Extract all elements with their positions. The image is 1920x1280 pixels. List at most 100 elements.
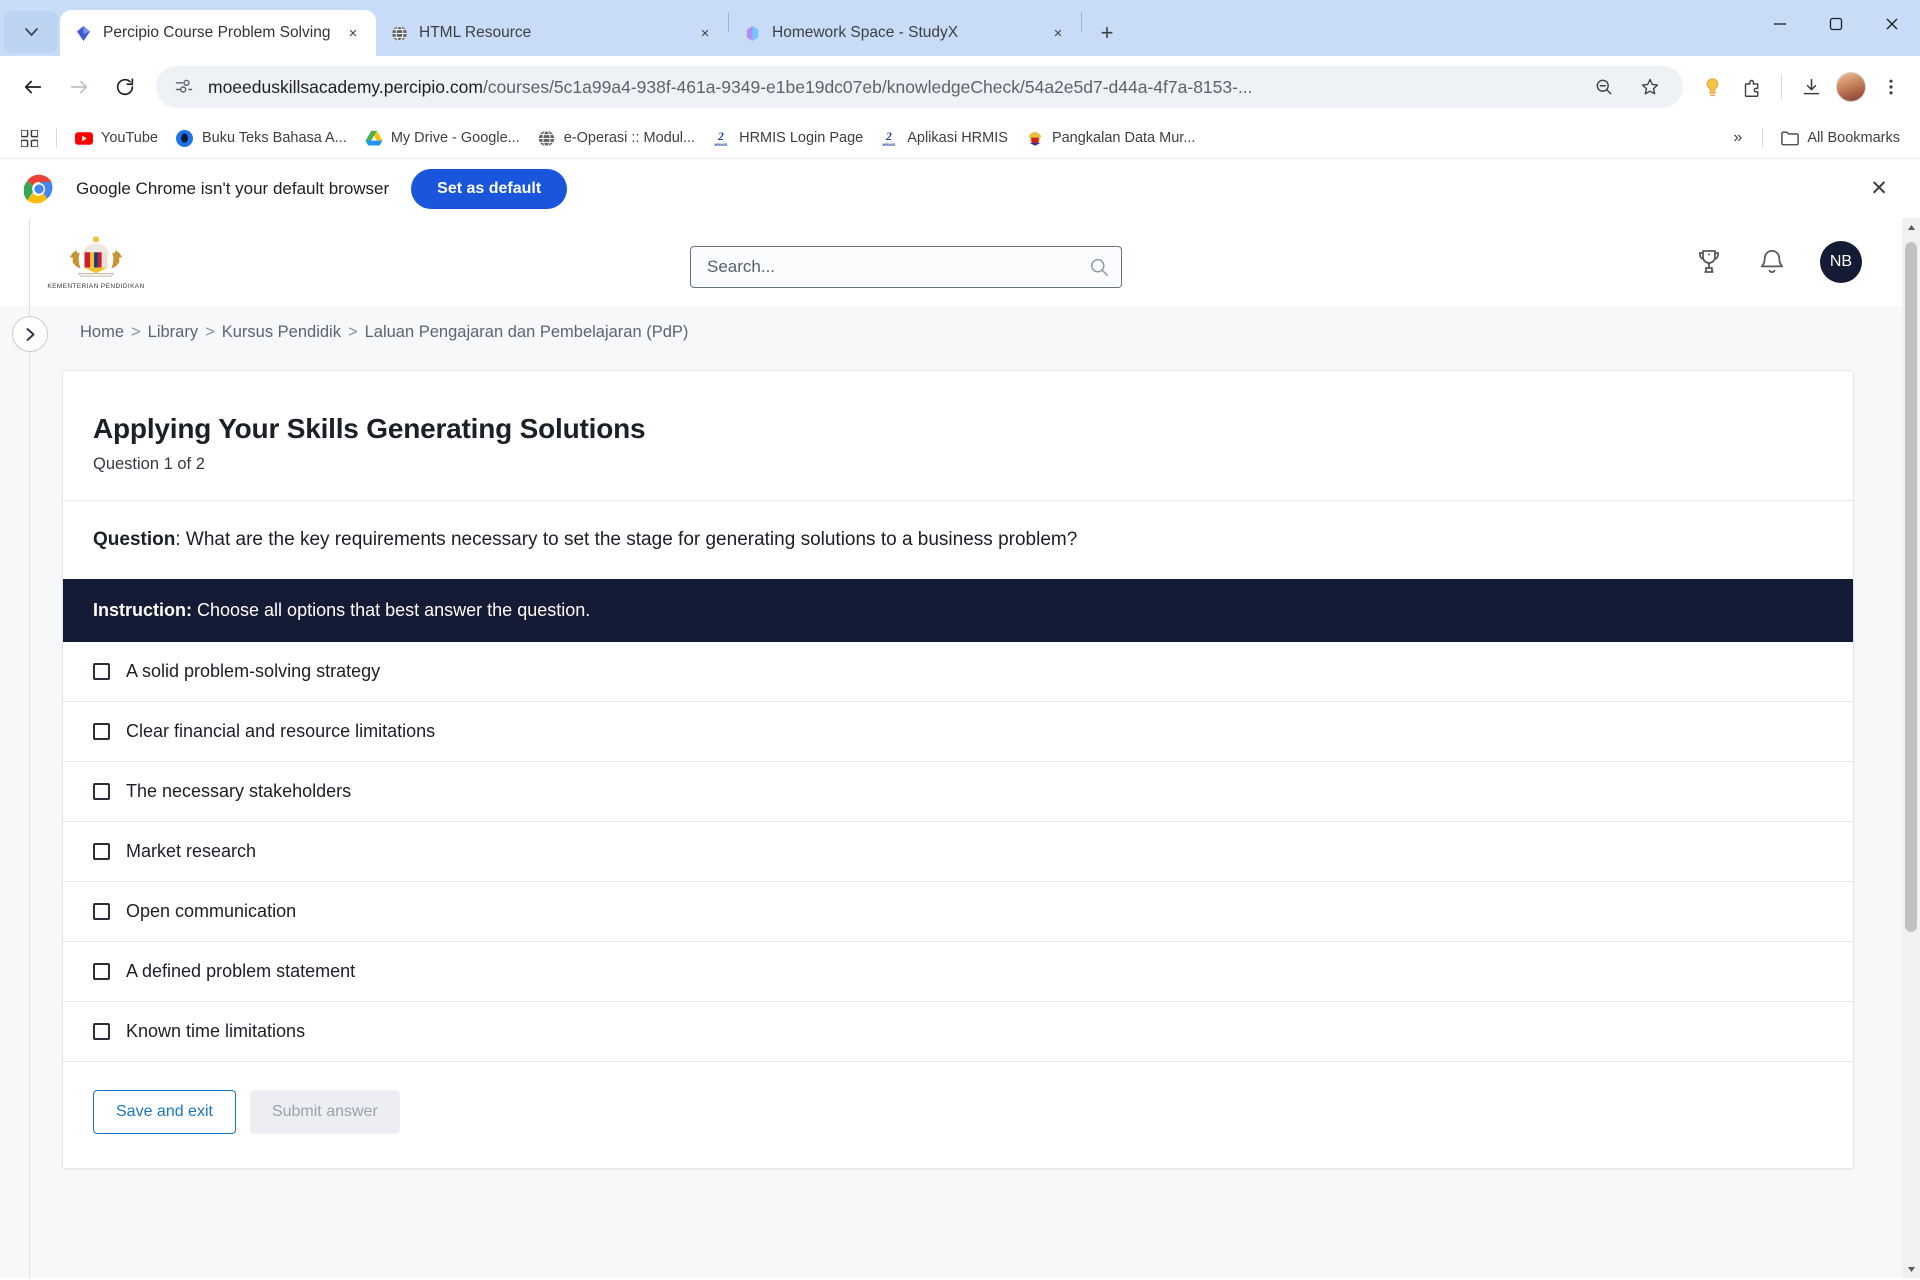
profile-avatar[interactable] <box>1834 70 1868 104</box>
user-avatar[interactable]: NB <box>1820 241 1862 283</box>
hrmis-icon: 2 HRMIS <box>713 129 731 147</box>
download-icon[interactable] <box>1794 70 1828 104</box>
bookmark-e-operasi[interactable]: e-Operasi :: Modul... <box>530 125 703 151</box>
zoom-out-icon[interactable] <box>1587 70 1621 104</box>
browser-tab-0[interactable]: Percipio Course Problem Solving × <box>60 10 376 56</box>
banner-close-icon[interactable]: ✕ <box>1862 172 1896 206</box>
bookmarks-overflow-button[interactable]: » <box>1723 125 1752 151</box>
tab-close-icon[interactable]: × <box>692 20 718 46</box>
bell-icon[interactable] <box>1758 248 1786 277</box>
address-bar[interactable]: moeeduskillsacademy.percipio.com/courses… <box>156 66 1683 108</box>
hrmis-icon: 2 HRMIS <box>881 129 899 147</box>
checkbox-icon[interactable] <box>93 723 110 740</box>
option-row-6[interactable]: Known time limitations <box>63 1002 1853 1062</box>
checkbox-icon[interactable] <box>93 963 110 980</box>
page-viewport: KEMENTERIAN PENDIDIKAN NB <box>0 218 1920 1278</box>
reload-button[interactable] <box>104 66 146 108</box>
bookmarks-divider <box>56 128 57 148</box>
trophy-icon[interactable] <box>1694 247 1724 277</box>
toolbar-right-actions <box>1695 70 1908 104</box>
folder-icon <box>1781 129 1800 147</box>
checkbox-icon[interactable] <box>93 843 110 860</box>
breadcrumb-row: Home > Library > Kursus Pendidik > Laluan Peng… <box>0 218 1902 1278</box>
search-icon[interactable] <box>1090 258 1109 277</box>
window-close-button[interactable] <box>1864 0 1920 48</box>
checkbox-icon[interactable] <box>93 783 110 800</box>
bookmark-star-icon[interactable] <box>1633 70 1667 104</box>
apps-grid-icon[interactable] <box>12 123 46 153</box>
all-bookmarks-button[interactable]: All Bookmarks <box>1773 125 1908 151</box>
breadcrumb: Home > Library > Kursus Pendidik > Laluan Peng… <box>80 323 688 342</box>
chevron-right-icon[interactable] <box>12 316 48 352</box>
chrome-logo-icon <box>24 174 54 204</box>
search-input[interactable] <box>707 257 1090 277</box>
bookmark-hrmis-login[interactable]: 2 HRMIS HRMIS Login Page <box>705 125 871 151</box>
lightbulb-icon[interactable] <box>1695 70 1729 104</box>
bookmark-pangkalan-data[interactable]: Pangkalan Data Mur... <box>1018 125 1203 151</box>
breadcrumb-item-home[interactable]: Home <box>80 323 124 341</box>
breadcrumb-separator: > <box>347 322 358 341</box>
bookmark-youtube[interactable]: YouTube <box>67 125 166 151</box>
svg-text:2: 2 <box>717 130 724 143</box>
submit-answer-button[interactable]: Submit answer <box>249 1090 400 1134</box>
option-row-2[interactable]: The necessary stakeholders <box>63 762 1853 822</box>
browser-tab-strip: Percipio Course Problem Solving × HTML R… <box>0 0 1920 56</box>
jata-negara-logo-icon <box>70 235 122 276</box>
left-rail <box>0 218 30 1278</box>
option-row-4[interactable]: Open communication <box>63 882 1853 942</box>
save-and-exit-button[interactable]: Save and exit <box>93 1090 236 1134</box>
window-minimize-button[interactable] <box>1752 0 1808 48</box>
card-header: Applying Your Skills Generating Solution… <box>63 371 1853 500</box>
banner-text: Google Chrome isn't your default browser <box>76 178 390 198</box>
forward-button[interactable] <box>58 66 100 108</box>
breadcrumb-separator: > <box>205 322 215 341</box>
moe-logo[interactable]: KEMENTERIAN PENDIDIKAN <box>36 235 156 290</box>
set-as-default-button[interactable]: Set as default <box>411 168 568 209</box>
extensions-icon[interactable] <box>1735 70 1769 104</box>
tab-search-button[interactable] <box>4 11 58 53</box>
knowledge-check-card: Applying Your Skills Generating Solution… <box>62 370 1854 1169</box>
tab-close-icon[interactable]: × <box>340 20 366 46</box>
site-header-actions: NB <box>1694 218 1862 306</box>
page-scrollbar[interactable] <box>1902 218 1920 1278</box>
bookmarks-bar: YouTube Buku Teks Bahasa A... My Drive -… <box>0 118 1920 158</box>
bookmark-label: Aplikasi HRMIS <box>907 130 1008 146</box>
checkbox-icon[interactable] <box>93 1023 110 1040</box>
bookmark-aplikasi-hrmis[interactable]: 2 HRMIS Aplikasi HRMIS <box>873 125 1016 151</box>
option-label: The necessary stakeholders <box>126 781 352 801</box>
three-dot-menu-icon[interactable] <box>1874 70 1908 104</box>
browser-tab-2[interactable]: Homework Space - StudyX × <box>729 10 1081 56</box>
toolbar-divider <box>1781 74 1782 100</box>
instruction-bar: Instruction: Choose all options that bes… <box>63 579 1853 642</box>
option-row-0[interactable]: A solid problem-solving strategy <box>63 642 1853 702</box>
scrollbar-thumb[interactable] <box>1905 242 1917 932</box>
new-tab-button[interactable]: + <box>1090 16 1124 50</box>
site-settings-icon[interactable] <box>172 75 196 99</box>
checkbox-icon[interactable] <box>93 663 110 680</box>
option-row-1[interactable]: Clear financial and resource limitations <box>63 702 1853 762</box>
bookmark-my-drive[interactable]: My Drive - Google... <box>357 125 528 151</box>
option-row-3[interactable]: Market research <box>63 822 1853 882</box>
breadcrumb-item-library[interactable]: Library <box>148 323 198 341</box>
question-progress: Question 1 of 2 <box>93 455 205 473</box>
scroll-up-arrow[interactable] <box>1902 218 1920 236</box>
checkbox-icon[interactable] <box>93 903 110 920</box>
option-row-5[interactable]: A defined problem statement <box>63 942 1853 1002</box>
svg-text:2: 2 <box>885 130 892 143</box>
question-row: Question: What are the key requirements … <box>63 500 1853 579</box>
tab-close-icon[interactable]: × <box>1045 20 1071 46</box>
site-search[interactable] <box>690 246 1122 288</box>
jata-negara-icon <box>1026 129 1044 147</box>
bookmark-label: YouTube <box>101 130 158 146</box>
window-controls <box>1752 0 1920 48</box>
percipio-page: KEMENTERIAN PENDIDIKAN NB <box>0 218 1902 1278</box>
browser-tab-1[interactable]: HTML Resource × <box>376 10 728 56</box>
back-button[interactable] <box>12 66 54 108</box>
breadcrumb-item-laluan-pdp[interactable]: Laluan Pengajaran dan Pembelajaran (PdP) <box>365 323 689 341</box>
scroll-down-arrow[interactable] <box>1902 1260 1920 1278</box>
bookmark-buku-teks[interactable]: Buku Teks Bahasa A... <box>168 125 355 151</box>
breadcrumb-item-kursus-pendidik[interactable]: Kursus Pendidik <box>222 323 341 341</box>
window-maximize-button[interactable] <box>1808 0 1864 48</box>
option-label: A defined problem statement <box>126 961 356 981</box>
bookmark-label: e-Operasi :: Modul... <box>563 130 696 146</box>
